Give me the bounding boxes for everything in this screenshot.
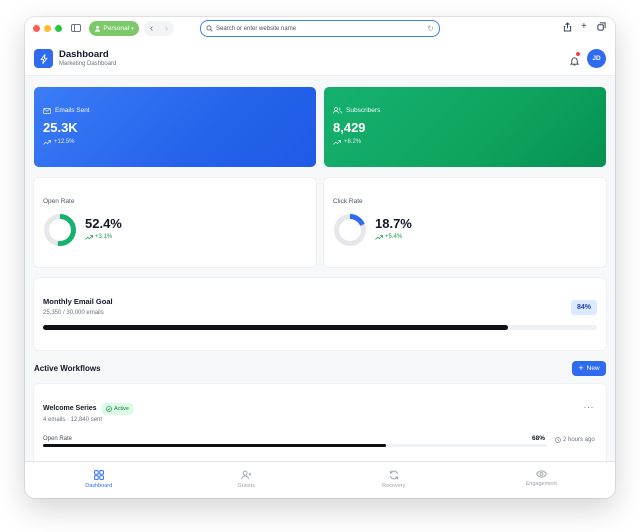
plus-icon: + — [578, 363, 584, 373]
open-rate-donut — [44, 214, 76, 246]
click-rate-donut — [334, 214, 366, 246]
share-icon[interactable] — [563, 22, 572, 35]
stat-label: Subscribers — [346, 107, 381, 114]
history-nav: ‹ › — [144, 21, 174, 36]
bell-icon — [569, 57, 580, 66]
nav-label: Recovery — [382, 483, 406, 489]
nav-label: Dashboard — [85, 483, 113, 489]
nav-label: Guests — [237, 483, 255, 489]
forward-button[interactable]: › — [165, 23, 168, 34]
workflow-meta: 4 emails · 12,840 sent — [43, 417, 103, 423]
goal-progress-fill — [43, 325, 509, 330]
nav-item-guests[interactable]: Guests — [173, 462, 321, 498]
workflow-rate-label: Open Rate — [43, 436, 73, 442]
mail-icon — [43, 107, 51, 114]
open-rate-card[interactable]: Open Rate 52.4% +3.1% — [34, 178, 316, 267]
back-button[interactable]: ‹ — [150, 23, 153, 34]
new-workflow-button[interactable]: + New — [572, 361, 606, 376]
workflow-time: 2 hours ago — [563, 437, 595, 443]
rate-change: +3.1% — [95, 234, 113, 240]
clock-icon — [555, 437, 561, 443]
person-icon — [95, 25, 101, 32]
stat-value: 25.3K — [43, 120, 78, 135]
users-icon — [333, 107, 342, 114]
profile-switcher[interactable]: Personal ▾ — [89, 21, 139, 36]
avatar[interactable]: JD — [587, 49, 606, 68]
bottom-nav: Dashboard Guests Recovery Engagement — [25, 461, 615, 498]
trend-up-icon — [85, 234, 93, 240]
stat-change: +12.5% — [54, 139, 75, 145]
goal-progress-text: 25,350 / 30,000 emails — [43, 310, 104, 316]
app-header: Dashboard Marketing Dashboard JD — [25, 41, 615, 76]
profile-label: Personal — [103, 25, 130, 32]
rate-value: 18.7% — [375, 216, 412, 231]
minimize-window-button[interactable] — [44, 25, 51, 32]
nav-item-engagement[interactable]: Engagement — [468, 462, 616, 498]
workflow-title: Welcome Series — [43, 405, 97, 412]
stat-label: Emails Sent — [55, 107, 90, 114]
notification-dot — [576, 52, 580, 56]
sidebar-toggle-icon[interactable] — [71, 24, 81, 32]
new-button-label: New — [586, 365, 600, 372]
rate-label: Click Rate — [333, 198, 363, 205]
trend-up-icon — [375, 234, 383, 240]
stat-card-subscribers[interactable]: Subscribers 8,429 +8.2% — [324, 87, 606, 167]
trend-up-icon — [43, 139, 51, 145]
stat-value: 8,429 — [333, 120, 366, 135]
tab-overview-icon[interactable] — [597, 22, 606, 34]
maximize-window-button[interactable] — [55, 25, 62, 32]
close-window-button[interactable] — [33, 25, 40, 32]
click-rate-card[interactable]: Click Rate 18.7% +5.4% — [324, 178, 606, 267]
page-title: Dashboard — [59, 49, 109, 60]
refresh-icon — [389, 470, 398, 480]
address-bar[interactable]: Search or enter website name ↻ — [200, 20, 440, 37]
new-tab-icon[interactable]: + — [581, 22, 587, 32]
check-circle-icon — [106, 406, 112, 412]
browser-toolbar: Personal ▾ ‹ › Search or enter website n… — [25, 17, 615, 41]
workflow-card[interactable]: Welcome Series Active ··· 4 emails · 12,… — [34, 384, 606, 469]
user-plus-icon — [241, 470, 252, 480]
grid-icon — [93, 470, 104, 480]
notifications-button[interactable] — [569, 52, 580, 71]
goal-title: Monthly Email Goal — [43, 297, 113, 306]
search-icon — [206, 25, 213, 32]
nav-label: Engagement — [525, 481, 557, 487]
goal-progress-bar — [43, 325, 597, 330]
workflow-progress-fill — [43, 444, 386, 447]
address-placeholder: Search or enter website name — [216, 25, 297, 32]
nav-item-dashboard[interactable]: Dashboard — [25, 462, 173, 498]
lightning-logo-icon — [34, 49, 53, 68]
rate-value: 52.4% — [85, 216, 122, 231]
rate-label: Open Rate — [43, 198, 75, 205]
stat-change: +8.2% — [344, 139, 362, 145]
goal-percent-badge: 84% — [571, 300, 597, 315]
trend-up-icon — [333, 139, 341, 145]
chevron-down-icon: ▾ — [131, 25, 134, 32]
reload-icon[interactable]: ↻ — [427, 24, 434, 33]
workflows-section-title: Active Workflows — [34, 364, 101, 373]
workflow-progress-bar — [43, 444, 547, 447]
status-badge: Active — [102, 403, 133, 415]
rate-change: +5.4% — [385, 234, 403, 240]
stat-card-emails-sent[interactable]: Emails Sent 25.3K +12.5% — [34, 87, 316, 167]
monthly-goal-card[interactable]: Monthly Email Goal 25,350 / 30,000 email… — [34, 278, 606, 350]
more-options-icon[interactable]: ··· — [584, 402, 595, 412]
nav-item-recovery[interactable]: Recovery — [320, 462, 468, 498]
browser-window: Personal ▾ ‹ › Search or enter website n… — [25, 17, 615, 498]
status-label: Active — [114, 406, 129, 412]
workflow-rate-value: 68% — [532, 435, 546, 442]
eye-icon — [535, 470, 547, 478]
page-subtitle: Marketing Dashboard — [59, 61, 117, 67]
